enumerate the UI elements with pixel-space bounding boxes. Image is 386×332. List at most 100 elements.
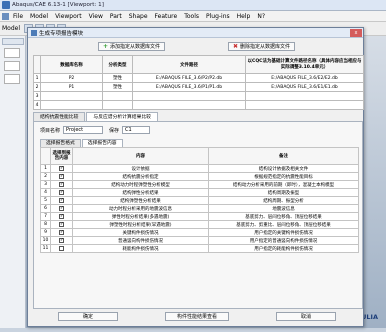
menu-whats-this[interactable]: N?: [257, 13, 265, 20]
cqc-path-cell[interactable]: E:/ABAQUS FILE_3.6/E2/E2.db: [245, 73, 364, 83]
analysis-type-cell[interactable]: 塑性: [102, 82, 133, 92]
menu-part[interactable]: Part: [110, 13, 122, 20]
table-row[interactable]: 11 耗能构件损伤情况 用户指定的耗能构件损伤情况: [40, 244, 359, 253]
include-checkbox[interactable]: ✓: [59, 165, 64, 171]
menu-feature[interactable]: Feature: [155, 13, 178, 20]
table-row[interactable]: 2 P1 塑性 E:/ABAQUS FILE_3.6/P1/P1.db E:/A…: [33, 82, 364, 92]
db-name-cell[interactable]: [40, 100, 103, 110]
content-cell: 弹性时程分析结果(多遇地震): [72, 212, 209, 221]
include-checkbox[interactable]: ✓: [59, 229, 64, 235]
dialog-close-button[interactable]: x: [350, 28, 362, 37]
file-path-cell[interactable]: E:/ABAQUS FILE_3.6/P1/P1.db: [132, 82, 246, 92]
window-title: Abaqus/CAE 6.13-1 [Viewport: 1]: [12, 2, 104, 8]
db-name-cell[interactable]: [40, 91, 103, 101]
add-db-button[interactable]: + 添加指定从数据库文件: [98, 42, 166, 51]
table-row[interactable]: 1 ✓ 设计依据 结构设计依据及相关文件: [40, 164, 359, 173]
model-tree-icon[interactable]: [4, 48, 20, 58]
include-checkbox[interactable]: ✓: [59, 173, 64, 179]
menu-help[interactable]: Help: [237, 13, 251, 20]
table-row[interactable]: 7 ✓ 弹性时程分析结果(多遇地震) 基底剪力、层间位移角、顶层位移结果: [40, 212, 359, 221]
cqc-path-cell[interactable]: [245, 91, 364, 101]
dialog-title: 生成专项报告模块: [39, 30, 84, 37]
tab-report-format[interactable]: 选择报告格式: [40, 139, 81, 147]
checkbox-cell: ✓: [50, 180, 73, 189]
content-cell: 结构动力时程弹塑性分析模型: [72, 180, 209, 189]
include-checkbox[interactable]: [59, 245, 64, 251]
project-name-input[interactable]: Project: [63, 126, 104, 134]
db-name-cell[interactable]: P2: [40, 73, 103, 83]
include-checkbox[interactable]: ✓: [59, 213, 64, 219]
include-checkbox[interactable]: ✓: [59, 181, 64, 187]
file-path-cell[interactable]: E:/ABAQUS FILE_3.6/P2/P2.db: [132, 73, 246, 83]
content-cell: 结构抗震分析指定: [72, 172, 209, 181]
menu-model[interactable]: Model: [30, 13, 48, 20]
table-row[interactable]: 6 ✓ 动力时程分析采用的地震波信息 地震波信息: [40, 204, 359, 213]
table-row[interactable]: 2 ✓ 结构抗震分析指定 根据规范指定的抗震性能目标: [40, 172, 359, 181]
cancel-button[interactable]: 取消: [276, 312, 336, 321]
row-index: 8: [40, 220, 51, 229]
file-path-cell[interactable]: [132, 91, 246, 101]
menu-shape[interactable]: Shape: [129, 13, 148, 20]
table-row[interactable]: 10 ✓ 普通竖向构件损伤情况 用户指定的普通竖向构件损伤情况: [40, 236, 359, 245]
include-checkbox[interactable]: ✓: [59, 189, 64, 195]
table-row[interactable]: 1 P2 塑性 E:/ABAQUS FILE_3.6/P2/P2.db E:/A…: [33, 73, 364, 83]
delete-db-label: 删除指定从数据库文件: [240, 44, 291, 50]
menubar: File Model Viewport View Part Shape Feat…: [0, 11, 386, 22]
table-row[interactable]: 9 ✓ 关键构件损伤情况 用户指定的关键构件损伤情况: [40, 228, 359, 237]
cqc-path-cell[interactable]: E:/ABAQUS FILE_3.6/E1/E1.db: [245, 82, 364, 92]
add-db-label: 添加指定从数据库文件: [110, 44, 161, 50]
table-row[interactable]: 8 ✓ 弹塑性时程分析结果(罕遇地震) 基底剪力、剪重比、层间位移角、顶层位移结果: [40, 220, 359, 229]
menu-file[interactable]: File: [13, 13, 23, 20]
checkbox-cell: ✓: [50, 236, 73, 245]
db-name-cell[interactable]: P1: [40, 82, 103, 92]
menu-app-icon: [2, 12, 9, 20]
note-cell: 用户指定的关键构件损伤情况: [208, 228, 359, 237]
column-header: [33, 55, 41, 74]
menu-viewport[interactable]: Viewport: [55, 13, 82, 20]
table-row[interactable]: 5 ✓ 结构弹塑性分析结果 结构周期、振型分析: [40, 196, 359, 205]
include-checkbox[interactable]: ✓: [59, 221, 64, 227]
model-tree-tab[interactable]: [2, 38, 24, 45]
ok-button[interactable]: 确定: [58, 312, 118, 321]
row-index: 3: [40, 180, 51, 189]
model-tree-icon[interactable]: [4, 74, 20, 84]
tab-report-content[interactable]: 选择报告内容: [81, 139, 123, 147]
view-results-button[interactable]: 构件性能结果查看: [165, 312, 229, 321]
analysis-type-cell[interactable]: [102, 91, 133, 101]
analysis-type-cell[interactable]: 塑性: [102, 73, 133, 83]
note-cell: 根据规范指定的抗震性能目标: [208, 172, 359, 181]
menu-view[interactable]: View: [89, 13, 103, 20]
model-tree-panel: [0, 36, 26, 328]
model-tree-icon[interactable]: [4, 61, 20, 71]
table-row[interactable]: 3: [33, 91, 364, 101]
note-cell: 结构周期、振型分析: [208, 196, 359, 205]
analysis-type-cell[interactable]: [102, 100, 133, 110]
table-row[interactable]: 4: [33, 100, 364, 110]
table-row[interactable]: 4 ✓ 结构弹性分析结果 结构周期及振型: [40, 188, 359, 197]
column-header: 以CQC法为基础计算文件路径名称（具体内容应当相应与实际调整3.10.4单元）: [245, 55, 364, 74]
report-dialog: 生成专项报告模块 x + 添加指定从数据库文件 ✖ 删除指定从数据库文件 数据库…: [27, 27, 364, 327]
column-header: 选择到报告内容: [50, 147, 73, 165]
tab-spectrum-comparison[interactable]: 与反应谱分析计算结果比较: [86, 112, 158, 121]
include-checkbox[interactable]: ✓: [59, 197, 64, 203]
file-path-cell[interactable]: [132, 100, 246, 110]
content-cell: 结构弹塑性分析结果: [72, 196, 209, 205]
note-cell: 结构动力分析采用的前期（即时），混凝土本构模型: [208, 180, 359, 189]
report-content-table: 选择到报告内容 内容 备注 1 ✓ 设计依据 结构设计依据及相关文件 2 ✓ 结构抗震分析指…: [40, 147, 359, 253]
note-cell: 用户指定的普通竖向构件损伤情况: [208, 236, 359, 245]
content-cell: 设计依据: [72, 164, 209, 173]
cqc-path-cell[interactable]: [245, 100, 364, 110]
delete-db-button[interactable]: ✖ 删除指定从数据库文件: [228, 42, 296, 51]
include-checkbox[interactable]: ✓: [59, 237, 64, 243]
save-input[interactable]: C1: [122, 126, 151, 134]
table-header-row: 选择到报告内容 内容 备注: [40, 147, 359, 165]
include-checkbox[interactable]: ✓: [59, 205, 64, 211]
content-cell: 耗能构件损伤情况: [72, 244, 209, 253]
project-name-label: 项目名称: [40, 127, 61, 134]
menu-tools[interactable]: Tools: [184, 13, 199, 20]
tab-seismic-comparison[interactable]: 结构抗震性能比较: [33, 112, 86, 121]
menu-plugins[interactable]: Plug-ins: [206, 13, 230, 20]
content-cell: 关键构件损伤情况: [72, 228, 209, 237]
row-index: 3: [33, 91, 41, 101]
table-row[interactable]: 3 ✓ 结构动力时程弹塑性分析模型 结构动力分析采用的前期（即时），混凝土本构模型: [40, 180, 359, 189]
